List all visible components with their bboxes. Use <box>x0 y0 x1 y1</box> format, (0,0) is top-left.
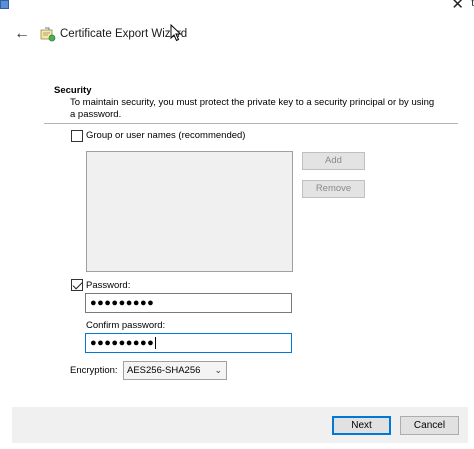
next-button[interactable]: Next <box>332 416 391 435</box>
confirm-password-label: Confirm password: <box>86 320 166 331</box>
encryption-selected-value: AES256-SHA256 <box>127 365 201 376</box>
encryption-select[interactable]: AES256-SHA256 ⌄ <box>123 361 227 380</box>
text-caret <box>155 337 157 350</box>
group-user-label: Group or user names (recommended) <box>86 130 246 141</box>
chevron-down-icon: ⌄ <box>214 365 222 375</box>
app-icon <box>0 0 9 9</box>
cancel-button[interactable]: Cancel <box>400 416 459 435</box>
confirm-password-value: ●●●●●●●●● <box>90 337 155 349</box>
section-description: To maintain security, you must protect t… <box>70 97 435 120</box>
password-value: ●●●●●●●●● <box>90 297 155 309</box>
divider <box>44 123 458 124</box>
close-icon[interactable]: ✕ <box>451 0 464 12</box>
encryption-label: Encryption: <box>70 365 118 376</box>
confirm-password-field[interactable]: ●●●●●●●●● <box>85 333 292 353</box>
remove-button[interactable]: Remove <box>302 180 365 198</box>
group-user-checkbox[interactable] <box>71 130 83 142</box>
password-checkbox[interactable] <box>71 279 83 291</box>
mouse-cursor-icon <box>170 24 182 42</box>
group-user-list[interactable] <box>86 151 293 272</box>
password-field[interactable]: ●●●●●●●●● <box>85 293 292 313</box>
wizard-title: Certificate Export Wizard <box>60 28 188 40</box>
password-label: Password: <box>86 280 131 291</box>
back-button[interactable]: ← <box>14 26 30 42</box>
certificate-icon <box>40 27 56 42</box>
add-button[interactable]: Add <box>302 152 365 170</box>
section-title: Security <box>54 85 92 96</box>
